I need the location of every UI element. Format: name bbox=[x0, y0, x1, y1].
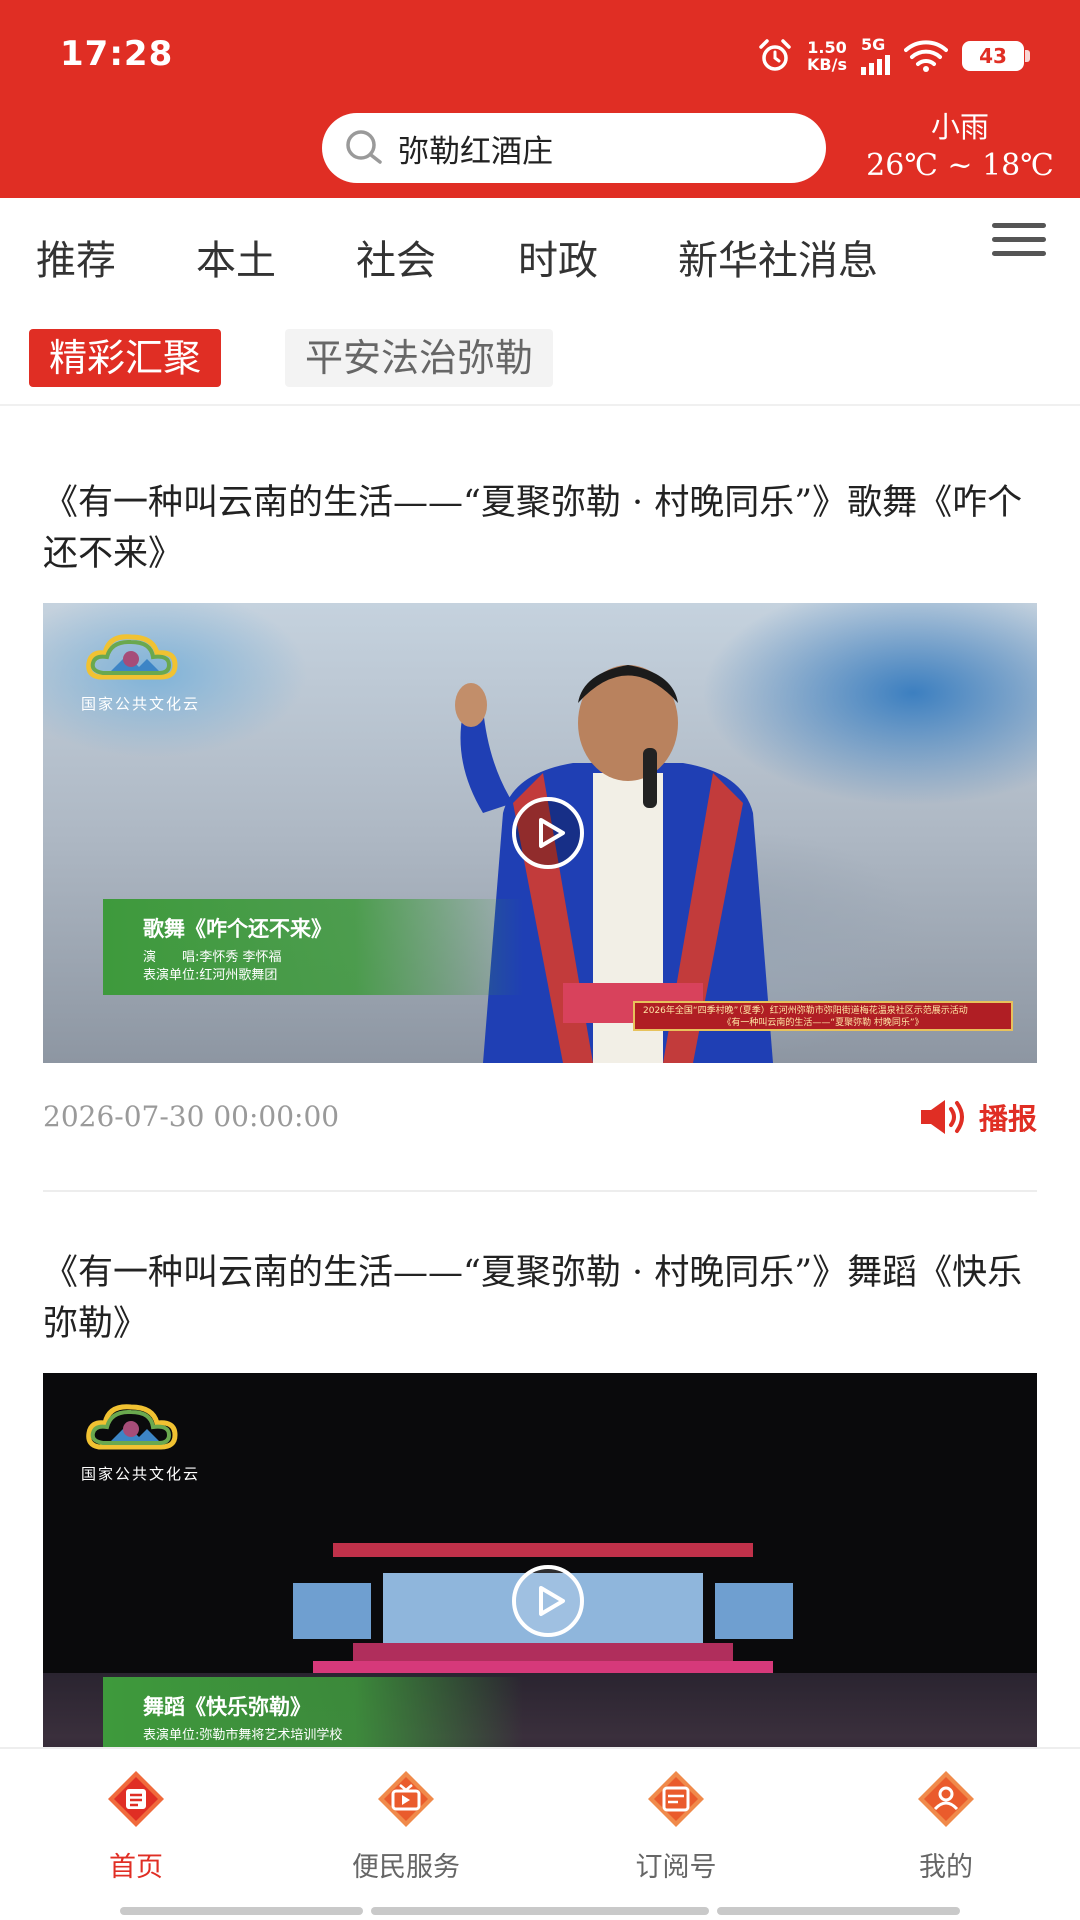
gesture-bar bbox=[371, 1907, 709, 1915]
alarm-icon bbox=[759, 39, 791, 71]
culture-cloud-logo: 国家公共文化云 bbox=[81, 1399, 231, 1484]
gesture-bar bbox=[717, 1907, 960, 1915]
weather-widget[interactable]: 小雨 26℃ ~ 18℃ bbox=[855, 108, 1065, 186]
subtab-safety-law[interactable]: 平安法治弥勒 bbox=[285, 329, 554, 387]
article-video-thumbnail[interactable]: 国家公共文化云 歌舞《咋个还不来》 演 唱:李怀秀 李怀福 表演单位:红河州歌舞… bbox=[43, 603, 1037, 1063]
video-caption: 舞蹈《快乐弥勒》 表演单位:弥勒市舞将艺术培训学校 bbox=[103, 1677, 523, 1747]
tab-recommend[interactable]: 推荐 bbox=[36, 228, 116, 286]
broadcast-button[interactable]: 播报 bbox=[917, 1096, 1037, 1138]
search-icon bbox=[346, 130, 382, 164]
subtab-highlights[interactable]: 精彩汇聚 bbox=[29, 329, 222, 387]
battery-icon: 43 bbox=[962, 41, 1030, 71]
play-icon[interactable] bbox=[511, 796, 585, 870]
article-title[interactable]: 《有一种叫云南的生活——“夏聚弥勒 · 村晚同乐”》歌舞《咋个还不来》 bbox=[43, 478, 1037, 580]
search-bar[interactable]: 弥勒红酒庄 bbox=[322, 113, 826, 183]
service-tv-icon bbox=[378, 1771, 434, 1827]
article-card[interactable]: 《有一种叫云南的生活——“夏聚弥勒 · 村晚同乐”》舞蹈《快乐弥勒》 bbox=[43, 1248, 1037, 1350]
tab-xinhua[interactable]: 新华社消息 bbox=[678, 228, 878, 286]
menu-icon[interactable] bbox=[992, 221, 1046, 259]
nav-services[interactable]: 便民服务 bbox=[306, 1767, 506, 1884]
nav-profile[interactable]: 我的 bbox=[846, 1767, 1046, 1884]
home-icon bbox=[108, 1771, 164, 1827]
tab-local[interactable]: 本土 bbox=[196, 228, 276, 286]
status-bar: 17:28 1.50 KB/s 5G 43 bbox=[0, 0, 1080, 110]
article-card[interactable]: 《有一种叫云南的生活——“夏聚弥勒 · 村晚同乐”》歌舞《咋个还不来》 bbox=[43, 478, 1037, 580]
weather-temperature: 26℃ ~ 18℃ bbox=[866, 148, 1054, 183]
article-video-thumbnail[interactable]: 国家公共文化云 舞蹈《快乐弥勒》 表演单位:弥勒市舞将艺术培训学校 bbox=[43, 1373, 1037, 1747]
article-separator bbox=[43, 1190, 1037, 1192]
article-date: 2026-07-30 00:00:00 bbox=[43, 1100, 340, 1133]
signal-bars-icon bbox=[861, 53, 890, 75]
article-title[interactable]: 《有一种叫云南的生活——“夏聚弥勒 · 村晚同乐”》舞蹈《快乐弥勒》 bbox=[43, 1248, 1037, 1350]
divider bbox=[0, 404, 1080, 406]
play-icon[interactable] bbox=[511, 1564, 585, 1638]
search-query: 弥勒红酒庄 bbox=[398, 133, 553, 170]
tab-politics[interactable]: 时政 bbox=[518, 228, 598, 286]
cellular-signal: 5G bbox=[861, 37, 890, 75]
article-meta: 2026-07-30 00:00:00 播报 bbox=[43, 1100, 1037, 1140]
nav-subscribe[interactable]: 订阅号 bbox=[576, 1767, 776, 1884]
net-speed: 1.50 KB/s bbox=[807, 38, 847, 74]
status-time: 17:28 bbox=[60, 34, 174, 74]
wifi-icon bbox=[904, 40, 948, 72]
user-icon bbox=[918, 1771, 974, 1827]
speaker-icon bbox=[920, 1100, 964, 1134]
gesture-bar bbox=[120, 1907, 363, 1915]
weather-condition: 小雨 bbox=[930, 110, 989, 144]
nav-home[interactable]: 首页 bbox=[36, 1767, 236, 1884]
channel-tabs: 推荐 本土 社会 时政 新华社消息 bbox=[0, 198, 1080, 308]
video-caption: 歌舞《咋个还不来》 演 唱:李怀秀 李怀福 表演单位:红河州歌舞团 bbox=[103, 899, 523, 995]
culture-cloud-logo-icon bbox=[86, 634, 178, 680]
tab-society[interactable]: 社会 bbox=[356, 228, 436, 286]
event-banner: 2026年全国“四季村晚”（夏季）红河州弥勒市弥阳街道梅花温泉社区示范展示活动 … bbox=[633, 1001, 1013, 1031]
subscribe-icon bbox=[648, 1771, 704, 1827]
bottom-navigation: 首页 便民服务 订阅号 我的 bbox=[0, 1747, 1080, 1920]
status-icons: 1.50 KB/s 5G 43 bbox=[757, 36, 1030, 76]
app-header: 17:28 1.50 KB/s 5G 43 弥勒红酒庄 小雨 26℃ ~ 18℃ bbox=[0, 0, 1080, 198]
culture-cloud-logo-icon bbox=[86, 1404, 178, 1450]
culture-cloud-logo: 国家公共文化云 bbox=[81, 629, 231, 714]
